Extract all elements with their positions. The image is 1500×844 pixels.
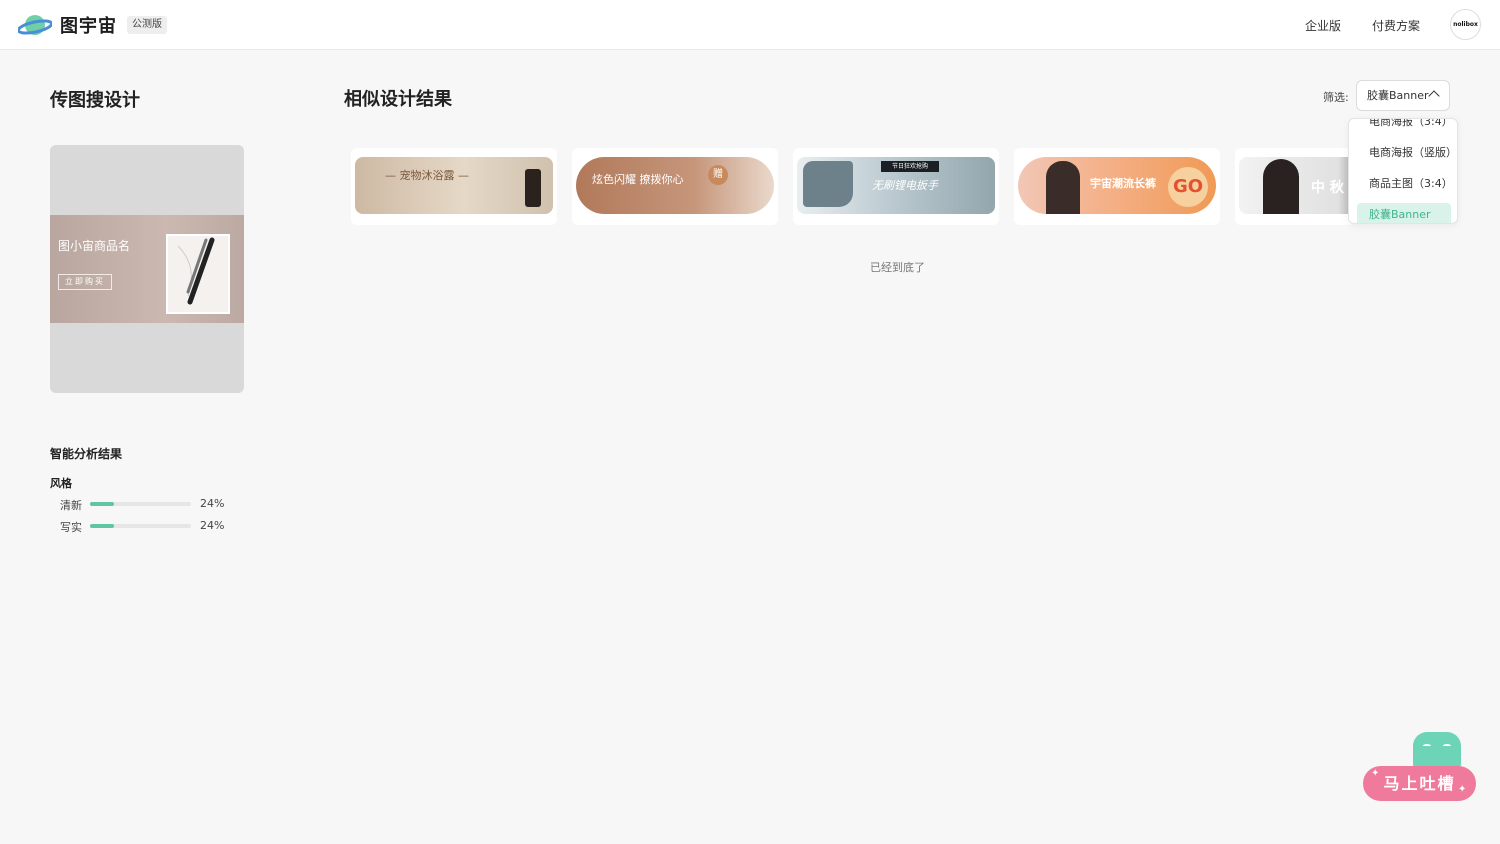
result-banner-text: — 宠物沐浴露 —: [385, 169, 469, 182]
hair-straightener-image: [166, 234, 230, 314]
results-title: 相似设计结果: [344, 89, 452, 110]
chevron-up-icon: [1428, 90, 1440, 102]
user-avatar[interactable]: nolibox: [1450, 9, 1481, 40]
drill-image: [803, 161, 853, 207]
result-banner-image: — 宠物沐浴露 —: [355, 157, 553, 214]
hair-straightener-icon: [177, 237, 215, 305]
filter-dropdown-menu[interactable]: 电商海报（3:4） 电商海报（竖版） 商品主图（3:4） 胶囊Banner: [1348, 118, 1458, 224]
result-card[interactable]: 节日狂欢抢购 无刷锂电扳手: [793, 148, 999, 225]
style-section-title: 风格: [50, 477, 72, 490]
uploaded-banner-image: 图小宙商品名 立即购买: [50, 215, 244, 323]
filter-select[interactable]: 胶囊Banner: [1356, 80, 1450, 111]
bottle-image: [525, 169, 541, 207]
mascot-eye-icon: [1443, 744, 1451, 748]
result-banner-image: 中 秋 员: [1239, 157, 1351, 214]
top-header: 图宇宙 公测版 企业版 付费方案 nolibox: [0, 0, 1500, 50]
style-percent: 24%: [200, 497, 225, 510]
sparkle-icon: ✦: [1371, 768, 1380, 779]
style-progress-fill: [90, 502, 115, 506]
planet-logo-icon[interactable]: [18, 12, 52, 38]
result-banner-image: 炫色闪耀 撩拨你心 赠: [576, 157, 774, 214]
mascot-eye-icon: [1423, 744, 1431, 748]
result-card[interactable]: 宇宙潮流长裤 GO: [1014, 148, 1220, 225]
dropdown-option-ecom-poster-vertical[interactable]: 电商海报（竖版）: [1357, 141, 1457, 165]
filter-label: 筛选:: [1323, 91, 1349, 104]
result-card[interactable]: 炫色闪耀 撩拨你心 赠: [572, 148, 778, 225]
result-banner-text: 炫色闪耀 撩拨你心: [592, 173, 684, 186]
result-banner-text: 中 秋 员: [1311, 180, 1351, 196]
results-list: — 宠物沐浴露 — 炫色闪耀 撩拨你心 赠 节日狂欢抢购 无刷锂电扳手 宇宙潮流…: [351, 148, 1351, 226]
dropdown-option-product-main-3-4[interactable]: 商品主图（3:4）: [1357, 172, 1453, 196]
style-row-fresh: 清新 24%: [60, 497, 240, 512]
result-banner-text: 宇宙潮流长裤: [1090, 177, 1156, 190]
result-banner-tag: 节日狂欢抢购: [881, 161, 939, 172]
style-progress-track: [90, 524, 191, 528]
feedback-mascot-icon[interactable]: [1413, 732, 1461, 770]
uploaded-banner-button: 立即购买: [58, 274, 112, 290]
sparkle-icon: ✦: [1458, 784, 1467, 795]
model-image: [1046, 161, 1080, 214]
style-progress-fill: [90, 524, 115, 528]
dropdown-option-capsule-banner[interactable]: 胶囊Banner: [1357, 203, 1451, 223]
beta-badge: 公测版: [127, 16, 167, 34]
model-image: [1263, 159, 1299, 214]
result-banner-image: 宇宙潮流长裤 GO: [1018, 157, 1216, 214]
style-label: 写实: [60, 521, 82, 534]
result-banner-text: 无刷锂电扳手: [872, 179, 938, 192]
uploaded-image-card[interactable]: 图小宙商品名 立即购买: [50, 145, 244, 393]
filter-selected-value: 胶囊Banner: [1367, 89, 1429, 102]
style-percent: 24%: [200, 519, 225, 532]
result-card[interactable]: 中 秋 员: [1235, 148, 1351, 225]
dropdown-option-ecom-poster-3-4[interactable]: 电商海报（3:4）: [1357, 119, 1453, 134]
analysis-title: 智能分析结果: [50, 447, 123, 461]
uploaded-banner-title: 图小宙商品名: [58, 239, 131, 253]
result-card[interactable]: — 宠物沐浴露 —: [351, 148, 557, 225]
style-label: 清新: [60, 499, 82, 512]
page-title-search-by-image: 传图搜设计: [50, 90, 140, 111]
style-progress-track: [90, 502, 191, 506]
brand-name[interactable]: 图宇宙: [60, 12, 117, 38]
style-row-realistic: 写实 24%: [60, 519, 240, 534]
nav-pricing[interactable]: 付费方案: [1372, 17, 1420, 34]
nav-enterprise[interactable]: 企业版: [1305, 17, 1341, 34]
go-badge: GO: [1168, 167, 1208, 207]
gift-badge: 赠: [708, 165, 728, 185]
result-banner-image: 节日狂欢抢购 无刷锂电扳手: [797, 157, 995, 214]
end-of-list-text: 已经到底了: [870, 261, 925, 274]
